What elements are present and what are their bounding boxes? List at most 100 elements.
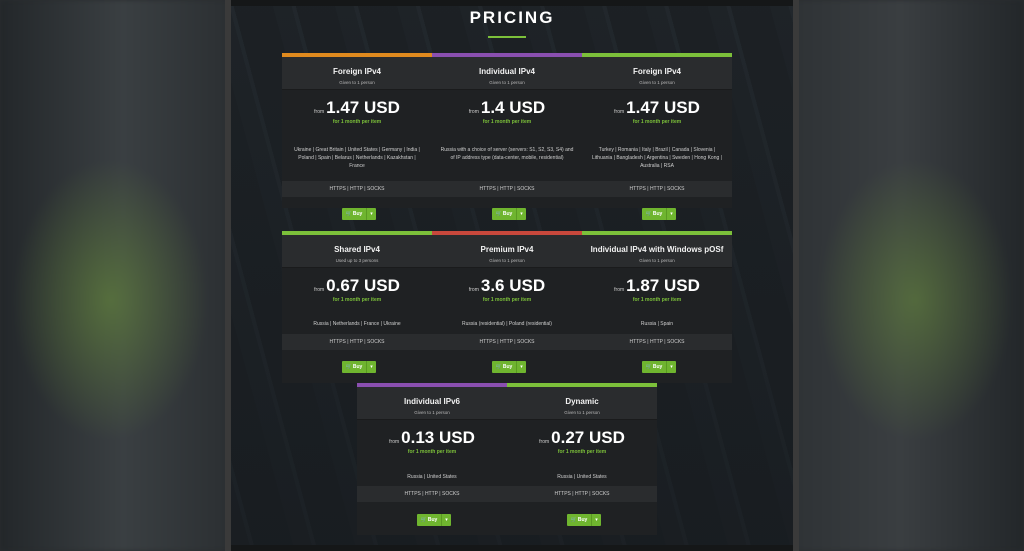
buy-button[interactable]: 🛒 Buy ▾ xyxy=(642,208,676,220)
chevron-down-icon[interactable]: ▾ xyxy=(517,361,526,373)
buy-button[interactable]: 🛒 Buy ▾ xyxy=(342,361,376,373)
buy-label: Buy xyxy=(652,364,663,370)
buy-label: Buy xyxy=(352,211,363,217)
price-value: 3.6 USD xyxy=(480,276,546,295)
price-from-label: from xyxy=(614,109,625,115)
cart-icon: 🛒 xyxy=(645,211,652,217)
pricing-card-ipv4-windows: Individual IPv4 with Windows pOSf Given … xyxy=(582,231,732,383)
chevron-down-icon[interactable]: ▾ xyxy=(517,208,526,220)
card-locations: Russia | United States xyxy=(407,474,457,480)
buy-main[interactable]: 🛒 Buy xyxy=(417,514,442,526)
card-subtitle: Given to 1 person xyxy=(414,410,450,415)
price-value: 1.47 USD xyxy=(326,98,400,117)
cart-icon: 🛒 xyxy=(645,364,652,370)
card-protocols: HTTPS | HTTP | SOCKS xyxy=(282,181,432,197)
card-title: Dynamic xyxy=(565,397,599,406)
buy-label: Buy xyxy=(502,211,513,217)
card-title: Individual IPv4 xyxy=(478,67,535,76)
price-from-label: from xyxy=(314,287,325,293)
buy-main[interactable]: 🛒 Buy xyxy=(642,361,667,373)
pricing-card-shared-ipv4: Shared IPv4 Used up to 3 persons from 0.… xyxy=(282,231,432,383)
card-price: from 3.6 USD xyxy=(432,272,582,296)
card-protocols: HTTPS | HTTP | SOCKS xyxy=(582,181,732,197)
buy-button[interactable]: 🛒 Buy ▾ xyxy=(567,514,601,526)
pricing-card-individual-ipv4: Individual IPv4 Given to 1 person from 1… xyxy=(432,53,582,220)
chevron-down-icon[interactable]: ▾ xyxy=(667,361,676,373)
card-title: Shared IPv4 xyxy=(334,245,380,254)
card-locations: Russia with a choice of server (servers:… xyxy=(440,147,574,161)
chevron-down-icon[interactable]: ▾ xyxy=(367,208,376,220)
card-locations: Turkey | Romania | Italy | Brazil | Cana… xyxy=(592,147,722,169)
card-price: from 1.87 USD xyxy=(582,272,732,296)
card-subtitle: Given to 1 person xyxy=(339,80,375,85)
card-protocols: HTTPS | HTTP | SOCKS xyxy=(582,334,732,350)
buy-button[interactable]: 🛒 Buy ▾ xyxy=(342,208,376,220)
buy-button[interactable]: 🛒 Buy ▾ xyxy=(642,361,676,373)
buy-main[interactable]: 🛒 Buy xyxy=(342,208,367,220)
card-protocols: HTTPS | HTTP | SOCKS xyxy=(507,486,657,502)
buy-main[interactable]: 🛒 Buy xyxy=(567,514,592,526)
buy-button[interactable]: 🛒 Buy ▾ xyxy=(417,514,451,526)
price-value: 1.87 USD xyxy=(626,276,700,295)
price-period: for 1 month per item xyxy=(557,449,607,455)
card-header: Individual IPv4 Given to 1 person xyxy=(432,57,582,90)
price-period: for 1 month per item xyxy=(482,297,532,303)
card-locations: Ukraine | Great Britain | United States … xyxy=(294,147,420,169)
page-title: PRICING xyxy=(469,8,555,27)
card-header: Premium IPv4 Given to 1 person xyxy=(432,235,582,268)
chevron-down-icon[interactable]: ▾ xyxy=(592,514,601,526)
buy-button[interactable]: 🛒 Buy ▾ xyxy=(492,208,526,220)
chevron-down-icon[interactable]: ▾ xyxy=(367,361,376,373)
pricing-card-premium-ipv4: Premium IPv4 Given to 1 person from 3.6 … xyxy=(432,231,582,383)
card-subtitle: Given to 1 person xyxy=(639,80,675,85)
buy-button[interactable]: 🛒 Buy ▾ xyxy=(492,361,526,373)
card-subtitle: Used up to 3 persons xyxy=(335,258,379,263)
price-from-label: from xyxy=(468,287,479,293)
price-from-label: from xyxy=(389,439,400,445)
buy-main[interactable]: 🛒 Buy xyxy=(492,208,517,220)
card-subtitle: Given to 1 person xyxy=(489,80,525,85)
buy-label: Buy xyxy=(352,364,363,370)
cart-icon: 🛒 xyxy=(495,364,502,370)
card-price: from 1.47 USD xyxy=(282,94,432,118)
card-header: Individual IPv6 Given to 1 person xyxy=(357,387,507,420)
cart-icon: 🛒 xyxy=(495,211,502,217)
card-title: Individual IPv6 xyxy=(403,397,460,406)
card-protocols: HTTPS | HTTP | SOCKS xyxy=(357,486,507,502)
card-price: from 0.67 USD xyxy=(282,272,432,296)
price-value: 0.67 USD xyxy=(326,276,400,295)
cart-icon: 🛒 xyxy=(420,517,427,523)
cart-icon: 🛒 xyxy=(345,211,352,217)
card-locations: Russia | United States xyxy=(557,474,607,480)
price-value: 1.47 USD xyxy=(626,98,700,117)
card-locations: Russia | Spain xyxy=(640,321,674,327)
buy-main[interactable]: 🛒 Buy xyxy=(492,361,517,373)
buy-main[interactable]: 🛒 Buy xyxy=(642,208,667,220)
card-title: Foreign IPv4 xyxy=(632,67,681,76)
card-price: from 0.27 USD xyxy=(507,424,657,448)
card-header: Foreign IPv4 Given to 1 person xyxy=(282,57,432,90)
card-price: from 1.4 USD xyxy=(432,94,582,118)
card-price: from 1.47 USD xyxy=(582,94,732,118)
price-period: for 1 month per item xyxy=(332,119,382,125)
chevron-down-icon[interactable]: ▾ xyxy=(442,514,451,526)
card-header: Foreign IPv4 Given to 1 person xyxy=(582,57,732,90)
card-header: Individual IPv4 with Windows pOSf Given … xyxy=(582,235,732,268)
pricing-card-dynamic: Dynamic Given to 1 person from 0.27 USD … xyxy=(507,383,657,535)
card-title: Premium IPv4 xyxy=(480,245,534,254)
pricing-card-foreign-ipv4-1: Foreign IPv4 Given to 1 person from 1.47… xyxy=(282,53,432,220)
price-value: 1.4 USD xyxy=(480,98,546,117)
price-period: for 1 month per item xyxy=(407,449,457,455)
card-locations: Russia | Netherlands | France | Ukraine xyxy=(313,321,401,327)
buy-label: Buy xyxy=(577,517,588,523)
pricing-card-foreign-ipv4-2: Foreign IPv4 Given to 1 person from 1.47… xyxy=(582,53,732,220)
cart-icon: 🛒 xyxy=(570,517,577,523)
buy-main[interactable]: 🛒 Buy xyxy=(342,361,367,373)
price-value: 0.27 USD xyxy=(551,428,625,447)
card-protocols: HTTPS | HTTP | SOCKS xyxy=(432,334,582,350)
buy-label: Buy xyxy=(427,517,438,523)
card-subtitle: Given to 1 person xyxy=(489,258,525,263)
price-from-label: from xyxy=(468,109,479,115)
buy-label: Buy xyxy=(652,211,663,217)
chevron-down-icon[interactable]: ▾ xyxy=(667,208,676,220)
